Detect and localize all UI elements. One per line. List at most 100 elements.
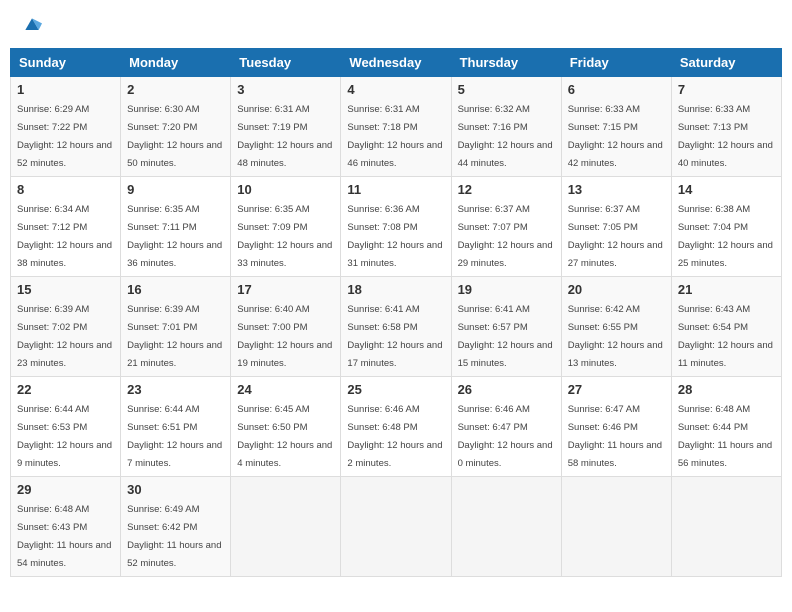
calendar-cell: 25 Sunrise: 6:46 AMSunset: 6:48 PMDaylig… bbox=[341, 377, 451, 477]
calendar-cell: 24 Sunrise: 6:45 AMSunset: 6:50 PMDaylig… bbox=[231, 377, 341, 477]
day-number: 27 bbox=[568, 382, 665, 397]
calendar-week-3: 15 Sunrise: 6:39 AMSunset: 7:02 PMDaylig… bbox=[11, 277, 782, 377]
calendar-cell: 8 Sunrise: 6:34 AMSunset: 7:12 PMDayligh… bbox=[11, 177, 121, 277]
day-number: 10 bbox=[237, 182, 334, 197]
day-number: 25 bbox=[347, 382, 444, 397]
calendar-cell: 22 Sunrise: 6:44 AMSunset: 6:53 PMDaylig… bbox=[11, 377, 121, 477]
day-info: Sunrise: 6:37 AMSunset: 7:07 PMDaylight:… bbox=[458, 204, 553, 269]
calendar-cell: 13 Sunrise: 6:37 AMSunset: 7:05 PMDaylig… bbox=[561, 177, 671, 277]
day-info: Sunrise: 6:44 AMSunset: 6:53 PMDaylight:… bbox=[17, 404, 112, 469]
calendar-cell: 20 Sunrise: 6:42 AMSunset: 6:55 PMDaylig… bbox=[561, 277, 671, 377]
logo-icon bbox=[22, 15, 42, 35]
day-number: 30 bbox=[127, 482, 224, 497]
day-number: 5 bbox=[458, 82, 555, 97]
day-number: 9 bbox=[127, 182, 224, 197]
day-info: Sunrise: 6:31 AMSunset: 7:19 PMDaylight:… bbox=[237, 104, 332, 169]
calendar-cell: 7 Sunrise: 6:33 AMSunset: 7:13 PMDayligh… bbox=[671, 77, 781, 177]
day-number: 22 bbox=[17, 382, 114, 397]
day-number: 23 bbox=[127, 382, 224, 397]
day-number: 6 bbox=[568, 82, 665, 97]
day-info: Sunrise: 6:43 AMSunset: 6:54 PMDaylight:… bbox=[678, 304, 773, 369]
day-info: Sunrise: 6:48 AMSunset: 6:44 PMDaylight:… bbox=[678, 404, 772, 469]
day-info: Sunrise: 6:40 AMSunset: 7:00 PMDaylight:… bbox=[237, 304, 332, 369]
calendar-cell: 19 Sunrise: 6:41 AMSunset: 6:57 PMDaylig… bbox=[451, 277, 561, 377]
day-info: Sunrise: 6:39 AMSunset: 7:01 PMDaylight:… bbox=[127, 304, 222, 369]
day-number: 7 bbox=[678, 82, 775, 97]
day-number: 17 bbox=[237, 282, 334, 297]
day-info: Sunrise: 6:42 AMSunset: 6:55 PMDaylight:… bbox=[568, 304, 663, 369]
calendar-cell: 17 Sunrise: 6:40 AMSunset: 7:00 PMDaylig… bbox=[231, 277, 341, 377]
calendar-cell: 3 Sunrise: 6:31 AMSunset: 7:19 PMDayligh… bbox=[231, 77, 341, 177]
day-info: Sunrise: 6:31 AMSunset: 7:18 PMDaylight:… bbox=[347, 104, 442, 169]
calendar-cell: 28 Sunrise: 6:48 AMSunset: 6:44 PMDaylig… bbox=[671, 377, 781, 477]
calendar-cell: 4 Sunrise: 6:31 AMSunset: 7:18 PMDayligh… bbox=[341, 77, 451, 177]
day-info: Sunrise: 6:46 AMSunset: 6:47 PMDaylight:… bbox=[458, 404, 553, 469]
calendar-cell: 6 Sunrise: 6:33 AMSunset: 7:15 PMDayligh… bbox=[561, 77, 671, 177]
day-number: 20 bbox=[568, 282, 665, 297]
weekday-header-thursday: Thursday bbox=[451, 49, 561, 77]
calendar-cell: 16 Sunrise: 6:39 AMSunset: 7:01 PMDaylig… bbox=[121, 277, 231, 377]
calendar-cell: 14 Sunrise: 6:38 AMSunset: 7:04 PMDaylig… bbox=[671, 177, 781, 277]
day-info: Sunrise: 6:41 AMSunset: 6:58 PMDaylight:… bbox=[347, 304, 442, 369]
day-number: 12 bbox=[458, 182, 555, 197]
day-info: Sunrise: 6:38 AMSunset: 7:04 PMDaylight:… bbox=[678, 204, 773, 269]
day-number: 8 bbox=[17, 182, 114, 197]
calendar-cell: 12 Sunrise: 6:37 AMSunset: 7:07 PMDaylig… bbox=[451, 177, 561, 277]
calendar-cell: 30 Sunrise: 6:49 AMSunset: 6:42 PMDaylig… bbox=[121, 477, 231, 577]
calendar-table: SundayMondayTuesdayWednesdayThursdayFrid… bbox=[10, 48, 782, 577]
day-info: Sunrise: 6:35 AMSunset: 7:11 PMDaylight:… bbox=[127, 204, 222, 269]
weekday-header-wednesday: Wednesday bbox=[341, 49, 451, 77]
day-info: Sunrise: 6:32 AMSunset: 7:16 PMDaylight:… bbox=[458, 104, 553, 169]
calendar-cell: 5 Sunrise: 6:32 AMSunset: 7:16 PMDayligh… bbox=[451, 77, 561, 177]
calendar-cell bbox=[451, 477, 561, 577]
day-number: 19 bbox=[458, 282, 555, 297]
calendar-cell bbox=[231, 477, 341, 577]
day-info: Sunrise: 6:41 AMSunset: 6:57 PMDaylight:… bbox=[458, 304, 553, 369]
calendar-cell: 29 Sunrise: 6:48 AMSunset: 6:43 PMDaylig… bbox=[11, 477, 121, 577]
day-info: Sunrise: 6:33 AMSunset: 7:13 PMDaylight:… bbox=[678, 104, 773, 169]
calendar-cell: 2 Sunrise: 6:30 AMSunset: 7:20 PMDayligh… bbox=[121, 77, 231, 177]
calendar-week-1: 1 Sunrise: 6:29 AMSunset: 7:22 PMDayligh… bbox=[11, 77, 782, 177]
logo bbox=[20, 15, 42, 35]
day-info: Sunrise: 6:44 AMSunset: 6:51 PMDaylight:… bbox=[127, 404, 222, 469]
day-number: 1 bbox=[17, 82, 114, 97]
day-info: Sunrise: 6:35 AMSunset: 7:09 PMDaylight:… bbox=[237, 204, 332, 269]
day-info: Sunrise: 6:48 AMSunset: 6:43 PMDaylight:… bbox=[17, 504, 111, 569]
day-info: Sunrise: 6:33 AMSunset: 7:15 PMDaylight:… bbox=[568, 104, 663, 169]
day-info: Sunrise: 6:39 AMSunset: 7:02 PMDaylight:… bbox=[17, 304, 112, 369]
calendar-cell bbox=[561, 477, 671, 577]
weekday-header-tuesday: Tuesday bbox=[231, 49, 341, 77]
weekday-header-friday: Friday bbox=[561, 49, 671, 77]
day-number: 29 bbox=[17, 482, 114, 497]
weekday-header-monday: Monday bbox=[121, 49, 231, 77]
day-info: Sunrise: 6:34 AMSunset: 7:12 PMDaylight:… bbox=[17, 204, 112, 269]
day-number: 18 bbox=[347, 282, 444, 297]
calendar-header-row: SundayMondayTuesdayWednesdayThursdayFrid… bbox=[11, 49, 782, 77]
header bbox=[10, 10, 782, 40]
day-number: 24 bbox=[237, 382, 334, 397]
calendar-week-4: 22 Sunrise: 6:44 AMSunset: 6:53 PMDaylig… bbox=[11, 377, 782, 477]
day-number: 4 bbox=[347, 82, 444, 97]
calendar-cell: 27 Sunrise: 6:47 AMSunset: 6:46 PMDaylig… bbox=[561, 377, 671, 477]
day-info: Sunrise: 6:46 AMSunset: 6:48 PMDaylight:… bbox=[347, 404, 442, 469]
calendar-cell: 1 Sunrise: 6:29 AMSunset: 7:22 PMDayligh… bbox=[11, 77, 121, 177]
calendar-week-2: 8 Sunrise: 6:34 AMSunset: 7:12 PMDayligh… bbox=[11, 177, 782, 277]
calendar-cell: 18 Sunrise: 6:41 AMSunset: 6:58 PMDaylig… bbox=[341, 277, 451, 377]
calendar-cell: 23 Sunrise: 6:44 AMSunset: 6:51 PMDaylig… bbox=[121, 377, 231, 477]
day-info: Sunrise: 6:29 AMSunset: 7:22 PMDaylight:… bbox=[17, 104, 112, 169]
day-info: Sunrise: 6:36 AMSunset: 7:08 PMDaylight:… bbox=[347, 204, 442, 269]
calendar-week-5: 29 Sunrise: 6:48 AMSunset: 6:43 PMDaylig… bbox=[11, 477, 782, 577]
day-info: Sunrise: 6:45 AMSunset: 6:50 PMDaylight:… bbox=[237, 404, 332, 469]
day-info: Sunrise: 6:47 AMSunset: 6:46 PMDaylight:… bbox=[568, 404, 662, 469]
day-number: 2 bbox=[127, 82, 224, 97]
day-info: Sunrise: 6:49 AMSunset: 6:42 PMDaylight:… bbox=[127, 504, 221, 569]
weekday-header-sunday: Sunday bbox=[11, 49, 121, 77]
day-number: 14 bbox=[678, 182, 775, 197]
day-number: 15 bbox=[17, 282, 114, 297]
calendar-cell bbox=[671, 477, 781, 577]
day-number: 26 bbox=[458, 382, 555, 397]
calendar-cell: 9 Sunrise: 6:35 AMSunset: 7:11 PMDayligh… bbox=[121, 177, 231, 277]
calendar-cell: 21 Sunrise: 6:43 AMSunset: 6:54 PMDaylig… bbox=[671, 277, 781, 377]
day-number: 13 bbox=[568, 182, 665, 197]
day-info: Sunrise: 6:37 AMSunset: 7:05 PMDaylight:… bbox=[568, 204, 663, 269]
